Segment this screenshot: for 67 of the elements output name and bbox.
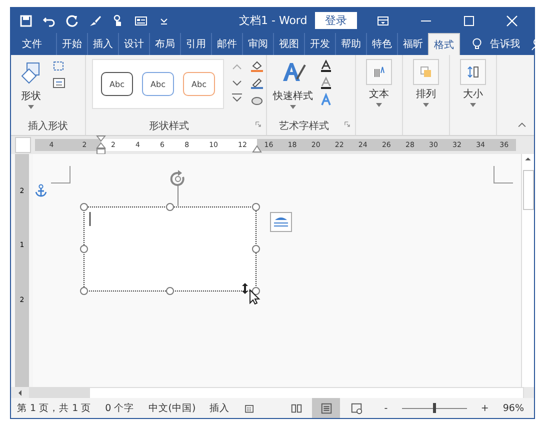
insert-mode[interactable]: 插入 [210,402,230,414]
group-label: 形状样式 [148,120,190,134]
ribbon-tab[interactable]: 视图 [273,33,304,55]
redo-icon[interactable] [65,14,79,28]
rotation-handle[interactable] [169,170,187,206]
quick-styles-button[interactable]: 快速样式 [273,59,313,109]
maximize-icon[interactable] [462,14,476,28]
page-count[interactable]: 第 1 页，共 1 页 [17,402,92,414]
ribbon-tab[interactable]: 格式 [428,33,460,55]
text-fill-icon[interactable] [319,59,333,73]
ribbon-tab[interactable]: 邮件 [211,33,242,55]
anchor-icon [35,184,47,198]
size-icon [466,65,480,79]
ribbon-tab[interactable]: 开始 [56,33,87,55]
group-label: 插入形状 [27,120,69,134]
scrollbar-thumb[interactable] [522,170,534,210]
dialog-launcher-icon[interactable] [343,120,352,129]
ribbon-tab[interactable]: 审阅 [242,33,273,55]
text-outline-icon[interactable] [319,76,333,90]
read-mode-icon[interactable] [290,402,303,414]
indent-marker[interactable] [96,135,106,157]
brush-icon[interactable] [88,14,102,28]
text-direction-icon [372,65,386,79]
zoom-in-button[interactable]: + [480,402,489,414]
scrollbar-thumb[interactable] [30,388,90,398]
close-icon[interactable] [505,14,520,28]
arrange-icon [419,65,433,79]
ribbon-display-icon[interactable] [376,14,390,28]
caret-icon [290,105,296,109]
word-count[interactable]: 0 个字 [105,402,134,414]
ribbon-tab[interactable]: 设计 [118,33,149,55]
shape-style-preset[interactable]: Abc [101,72,133,96]
print-layout-icon[interactable] [320,402,333,414]
form-icon[interactable] [134,14,148,28]
caret-icon [470,103,476,107]
ribbon-tab[interactable]: 引用 [180,33,211,55]
ribbon-tab[interactable]: 帮助 [335,33,366,55]
caret-icon [376,103,382,107]
text-box[interactable] [80,203,260,295]
fill-icon[interactable] [250,59,264,73]
zoom-out-button[interactable]: - [384,402,388,414]
move-cursor-icon [241,283,261,305]
ribbon-tab[interactable]: 文件 [17,33,56,55]
ribbon-tab[interactable]: 开发 [304,33,335,55]
caret-icon [28,105,34,109]
ribbon-tab[interactable]: 布局 [149,33,180,55]
web-layout-icon[interactable] [350,402,363,414]
window-title: 文档1 - Word [238,13,308,28]
dialog-launcher-icon[interactable] [254,120,263,129]
outline-icon[interactable] [250,76,264,90]
tell-me-link[interactable]: 告诉我 [490,37,520,51]
margin-corner-mark [493,166,513,184]
text-box-icon[interactable] [51,76,67,90]
shapes-button[interactable]: 形状 [17,59,45,109]
shape-style-preset[interactable]: Abc [183,72,215,96]
login-button[interactable]: 登录 [315,12,358,29]
language-indicator[interactable]: 中文(中国) [148,402,196,414]
zoom-level[interactable]: 96% [502,402,534,414]
shape-style-preset[interactable]: Abc [142,72,174,96]
layout-options-icon[interactable] [270,212,292,232]
ribbon-tab[interactable]: 插入 [87,33,118,55]
caret-icon [423,103,429,107]
ribbon-tab[interactable]: 特色 [366,33,397,55]
group-label: 艺术字样式 [278,120,330,134]
save-icon[interactable] [19,14,33,28]
lightbulb-icon[interactable] [470,37,484,51]
margin-corner-mark [51,166,71,184]
